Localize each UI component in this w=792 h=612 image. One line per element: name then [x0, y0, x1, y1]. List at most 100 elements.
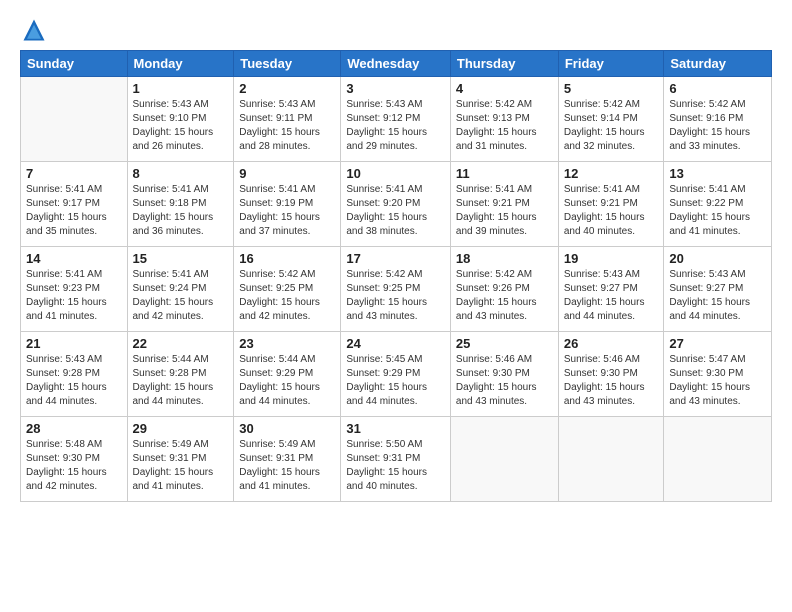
day-info: Sunrise: 5:42 AM Sunset: 9:25 PM Dayligh… — [239, 268, 335, 324]
day-info: Sunrise: 5:44 AM Sunset: 9:28 PM Dayligh… — [133, 353, 229, 409]
weekday-header-friday: Friday — [558, 51, 664, 77]
day-number: 30 — [239, 421, 335, 436]
day-number: 3 — [346, 81, 445, 96]
day-number: 23 — [239, 336, 335, 351]
day-info: Sunrise: 5:43 AM Sunset: 9:11 PM Dayligh… — [239, 98, 335, 154]
day-info: Sunrise: 5:49 AM Sunset: 9:31 PM Dayligh… — [239, 438, 335, 494]
day-number: 21 — [26, 336, 122, 351]
calendar-cell: 4 Sunrise: 5:42 AM Sunset: 9:13 PM Daylig… — [450, 77, 558, 162]
calendar-cell — [450, 417, 558, 502]
calendar-cell: 17Sunrise: 5:42 AM Sunset: 9:25 PM Dayli… — [341, 247, 451, 332]
logo — [20, 16, 52, 44]
calendar-cell: 18 Sunrise: 5:42 AM Sunset: 9:26 PM Dayli… — [450, 247, 558, 332]
calendar-cell: 26 Sunrise: 5:46 AM Sunset: 9:30 PM Dayli… — [558, 332, 664, 417]
day-info: Sunrise: 5:43 AM Sunset: 9:28 PM Dayligh… — [26, 353, 122, 409]
day-info: Sunrise: 5:45 AM Sunset: 9:29 PM Dayligh… — [346, 353, 445, 409]
day-info: Sunrise: 5:42 AM Sunset: 9:16 PM Dayligh… — [669, 98, 766, 154]
calendar-cell: 28Sunrise: 5:48 AM Sunset: 9:30 PM Dayli… — [21, 417, 128, 502]
day-number: 14 — [26, 251, 122, 266]
day-info: Sunrise: 5:42 AM Sunset: 9:26 PM Dayligh… — [456, 268, 553, 324]
day-info: Sunrise: 5:42 AM Sunset: 9:25 PM Dayligh… — [346, 268, 445, 324]
day-info: Sunrise: 5:43 AM Sunset: 9:12 PM Dayligh… — [346, 98, 445, 154]
week-row-5: 28Sunrise: 5:48 AM Sunset: 9:30 PM Dayli… — [21, 417, 772, 502]
calendar-cell: 3 Sunrise: 5:43 AM Sunset: 9:12 PM Daylig… — [341, 77, 451, 162]
calendar-cell: 14Sunrise: 5:41 AM Sunset: 9:23 PM Dayli… — [21, 247, 128, 332]
day-info: Sunrise: 5:43 AM Sunset: 9:27 PM Dayligh… — [564, 268, 659, 324]
page: SundayMondayTuesdayWednesdayThursdayFrid… — [0, 0, 792, 612]
calendar-cell: 7 Sunrise: 5:41 AM Sunset: 9:17 PM Daylig… — [21, 162, 128, 247]
weekday-header-row: SundayMondayTuesdayWednesdayThursdayFrid… — [21, 51, 772, 77]
day-number: 18 — [456, 251, 553, 266]
day-number: 4 — [456, 81, 553, 96]
day-info: Sunrise: 5:41 AM Sunset: 9:18 PM Dayligh… — [133, 183, 229, 239]
day-number: 19 — [564, 251, 659, 266]
day-info: Sunrise: 5:41 AM Sunset: 9:22 PM Dayligh… — [669, 183, 766, 239]
calendar-cell: 6 Sunrise: 5:42 AM Sunset: 9:16 PM Daylig… — [664, 77, 772, 162]
day-number: 8 — [133, 166, 229, 181]
day-number: 11 — [456, 166, 553, 181]
day-number: 12 — [564, 166, 659, 181]
calendar-cell: 27 Sunrise: 5:47 AM Sunset: 9:30 PM Dayli… — [664, 332, 772, 417]
week-row-2: 7 Sunrise: 5:41 AM Sunset: 9:17 PM Daylig… — [21, 162, 772, 247]
calendar-cell — [21, 77, 128, 162]
calendar-cell: 29 Sunrise: 5:49 AM Sunset: 9:31 PM Dayli… — [127, 417, 234, 502]
calendar-cell: 23 Sunrise: 5:44 AM Sunset: 9:29 PM Dayli… — [234, 332, 341, 417]
day-info: Sunrise: 5:46 AM Sunset: 9:30 PM Dayligh… — [456, 353, 553, 409]
header — [20, 16, 772, 44]
day-info: Sunrise: 5:41 AM Sunset: 9:21 PM Dayligh… — [564, 183, 659, 239]
weekday-header-wednesday: Wednesday — [341, 51, 451, 77]
weekday-header-thursday: Thursday — [450, 51, 558, 77]
calendar-cell: 8 Sunrise: 5:41 AM Sunset: 9:18 PM Daylig… — [127, 162, 234, 247]
weekday-header-sunday: Sunday — [21, 51, 128, 77]
calendar-cell: 12 Sunrise: 5:41 AM Sunset: 9:21 PM Dayli… — [558, 162, 664, 247]
day-info: Sunrise: 5:41 AM Sunset: 9:24 PM Dayligh… — [133, 268, 229, 324]
day-info: Sunrise: 5:41 AM Sunset: 9:17 PM Dayligh… — [26, 183, 122, 239]
calendar-cell: 19 Sunrise: 5:43 AM Sunset: 9:27 PM Dayli… — [558, 247, 664, 332]
week-row-4: 21 Sunrise: 5:43 AM Sunset: 9:28 PM Dayli… — [21, 332, 772, 417]
day-info: Sunrise: 5:41 AM Sunset: 9:21 PM Dayligh… — [456, 183, 553, 239]
day-number: 31 — [346, 421, 445, 436]
calendar-cell: 5Sunrise: 5:42 AM Sunset: 9:14 PM Daylig… — [558, 77, 664, 162]
day-number: 15 — [133, 251, 229, 266]
day-info: Sunrise: 5:41 AM Sunset: 9:20 PM Dayligh… — [346, 183, 445, 239]
day-info: Sunrise: 5:41 AM Sunset: 9:19 PM Dayligh… — [239, 183, 335, 239]
day-info: Sunrise: 5:46 AM Sunset: 9:30 PM Dayligh… — [564, 353, 659, 409]
day-info: Sunrise: 5:44 AM Sunset: 9:29 PM Dayligh… — [239, 353, 335, 409]
day-info: Sunrise: 5:43 AM Sunset: 9:27 PM Dayligh… — [669, 268, 766, 324]
calendar-cell: 22 Sunrise: 5:44 AM Sunset: 9:28 PM Dayli… — [127, 332, 234, 417]
calendar-cell: 2 Sunrise: 5:43 AM Sunset: 9:11 PM Daylig… — [234, 77, 341, 162]
calendar-cell: 20 Sunrise: 5:43 AM Sunset: 9:27 PM Dayli… — [664, 247, 772, 332]
day-info: Sunrise: 5:42 AM Sunset: 9:13 PM Dayligh… — [456, 98, 553, 154]
day-number: 5 — [564, 81, 659, 96]
day-info: Sunrise: 5:49 AM Sunset: 9:31 PM Dayligh… — [133, 438, 229, 494]
weekday-header-monday: Monday — [127, 51, 234, 77]
day-info: Sunrise: 5:47 AM Sunset: 9:30 PM Dayligh… — [669, 353, 766, 409]
calendar-cell: 9 Sunrise: 5:41 AM Sunset: 9:19 PM Daylig… — [234, 162, 341, 247]
day-number: 20 — [669, 251, 766, 266]
calendar-cell: 31 Sunrise: 5:50 AM Sunset: 9:31 PM Dayli… — [341, 417, 451, 502]
day-info: Sunrise: 5:43 AM Sunset: 9:10 PM Dayligh… — [133, 98, 229, 154]
day-number: 26 — [564, 336, 659, 351]
day-number: 6 — [669, 81, 766, 96]
day-number: 10 — [346, 166, 445, 181]
calendar-table: SundayMondayTuesdayWednesdayThursdayFrid… — [20, 50, 772, 502]
calendar-cell: 15 Sunrise: 5:41 AM Sunset: 9:24 PM Dayli… — [127, 247, 234, 332]
day-number: 22 — [133, 336, 229, 351]
day-number: 9 — [239, 166, 335, 181]
calendar-cell — [664, 417, 772, 502]
week-row-3: 14Sunrise: 5:41 AM Sunset: 9:23 PM Dayli… — [21, 247, 772, 332]
day-number: 27 — [669, 336, 766, 351]
calendar-cell — [558, 417, 664, 502]
calendar-cell: 30 Sunrise: 5:49 AM Sunset: 9:31 PM Dayli… — [234, 417, 341, 502]
weekday-header-tuesday: Tuesday — [234, 51, 341, 77]
day-number: 2 — [239, 81, 335, 96]
day-number: 29 — [133, 421, 229, 436]
day-number: 24 — [346, 336, 445, 351]
day-number: 16 — [239, 251, 335, 266]
calendar-cell: 1 Sunrise: 5:43 AM Sunset: 9:10 PM Daylig… — [127, 77, 234, 162]
calendar-cell: 10 Sunrise: 5:41 AM Sunset: 9:20 PM Dayli… — [341, 162, 451, 247]
day-number: 7 — [26, 166, 122, 181]
day-info: Sunrise: 5:50 AM Sunset: 9:31 PM Dayligh… — [346, 438, 445, 494]
calendar-cell: 16 Sunrise: 5:42 AM Sunset: 9:25 PM Dayli… — [234, 247, 341, 332]
day-number: 1 — [133, 81, 229, 96]
